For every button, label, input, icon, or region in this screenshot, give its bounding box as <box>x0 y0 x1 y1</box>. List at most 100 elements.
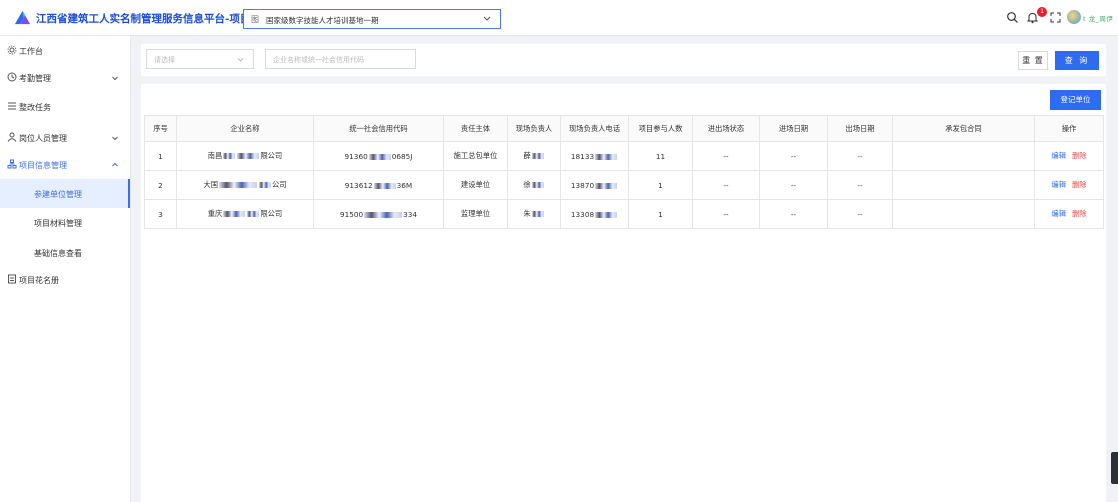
person-cell: 朱 <box>507 199 561 229</box>
clock-icon <box>7 72 17 82</box>
sidebar-item-participating-units[interactable]: 参建单位管理 <box>0 179 130 208</box>
redaction-mask <box>373 182 396 189</box>
entry-date-cell: -- <box>759 170 828 200</box>
column-header: 企业名称 <box>176 115 314 142</box>
participant-count-cell: 1 <box>628 199 693 229</box>
sidebar: 工作台 考勤管理 整改任务 岗位人员管理 项目信息管理 参建单位管理 项目材料管… <box>0 36 131 502</box>
sidebar-item-rectification[interactable]: 整改任务 <box>0 92 130 121</box>
chevron-down-icon <box>237 58 244 62</box>
reset-button[interactable]: 重 置 <box>1018 51 1048 70</box>
sidebar-item-project-materials[interactable]: 项目材料管理 <box>0 208 130 237</box>
redaction-mask <box>237 153 260 159</box>
person-cell: 徐 <box>507 170 561 200</box>
status-cell: -- <box>692 199 760 229</box>
units-table: 序号 企业名称 统一社会信用代码 责任主体 现场负责人 现场负责人电话 项目参与… <box>144 115 1104 229</box>
status-cell: -- <box>692 141 760 171</box>
participant-count-cell: 1 <box>628 170 693 200</box>
entry-date-cell: -- <box>759 199 828 229</box>
sidebar-item-roster[interactable]: 项目花名册 <box>0 265 130 294</box>
phone-cell: 13308 <box>560 199 629 229</box>
column-header: 出场日期 <box>827 115 893 142</box>
redaction-mask <box>595 182 618 189</box>
credit-code-cell: 91360 0685J <box>313 141 444 171</box>
chevron-down-icon <box>483 16 491 21</box>
delete-link[interactable]: 删除 <box>1072 180 1087 189</box>
unit-type-select[interactable]: 请选择 <box>146 49 254 69</box>
exit-date-cell: -- <box>827 141 893 171</box>
column-header: 操作 <box>1034 115 1104 142</box>
phone-cell: 18133 <box>560 141 629 171</box>
responsibility-cell: 建设单位 <box>443 170 508 200</box>
column-header: 现场负责人电话 <box>560 115 629 142</box>
chevron-up-icon <box>112 162 118 167</box>
sidebar-item-attendance[interactable]: 考勤管理 <box>0 63 130 92</box>
actions-cell: 编辑 删除 <box>1034 170 1104 200</box>
sidebar-item-label: 项目材料管理 <box>34 219 82 228</box>
column-header: 进场日期 <box>759 115 828 142</box>
notification-badge: 1 <box>1037 7 1047 17</box>
redaction-mask <box>364 211 403 218</box>
sidebar-item-label: 岗位人员管理 <box>19 134 67 143</box>
column-header: 承发包合同 <box>892 115 1035 142</box>
search-input[interactable]: 企业名称或统一社会信用代码 <box>265 49 416 69</box>
project-name: 国家级数字技能人才培训基地一期 <box>266 16 379 25</box>
redaction-mask <box>259 182 271 188</box>
redaction-mask <box>368 153 391 160</box>
search-placeholder: 企业名称或统一社会信用代码 <box>273 56 364 64</box>
roster-icon <box>8 274 16 284</box>
redaction-mask <box>219 182 257 188</box>
edit-link[interactable]: 编辑 <box>1051 151 1066 160</box>
table-row: 1 南昌 限公司 91360 0685J 施工总包单位 薛 18133 11 -- … <box>144 141 1104 171</box>
gear-icon <box>7 45 17 55</box>
chevron-down-icon <box>112 76 118 81</box>
side-widget-tab[interactable] <box>1111 452 1118 484</box>
credit-code-cell: 913612 36M <box>313 170 444 200</box>
person-cell: 薛 <box>507 141 561 171</box>
sidebar-item-label: 整改任务 <box>19 103 51 112</box>
project-icon: 图 <box>251 15 259 24</box>
sidebar-item-personnel[interactable]: 岗位人员管理 <box>0 123 130 152</box>
table-header-row: 序号 企业名称 统一社会信用代码 责任主体 现场负责人 现场负责人电话 项目参与… <box>144 115 1104 142</box>
edit-link[interactable]: 编辑 <box>1051 180 1066 189</box>
username[interactable]: t 龙_周伊 <box>1083 13 1113 23</box>
company-name-cell: 重庆 限公司 <box>176 199 314 229</box>
company-name-cell: 大国 公司 <box>176 170 314 200</box>
sidebar-item-label: 项目信息管理 <box>19 161 67 170</box>
fullscreen-icon[interactable] <box>1049 11 1062 24</box>
project-select[interactable]: 图 国家级数字技能人才培训基地一期 <box>243 9 501 29</box>
exit-date-cell: -- <box>827 170 893 200</box>
sidebar-item-basic-info[interactable]: 基础信息查看 <box>0 238 130 267</box>
edit-link[interactable]: 编辑 <box>1051 209 1066 218</box>
contract-cell <box>892 170 1035 200</box>
search-icon[interactable] <box>1006 11 1019 24</box>
company-name-cell: 南昌 限公司 <box>176 141 314 171</box>
app-title: 江西省建筑工人实名制管理服务信息平台-项目端 <box>36 13 261 25</box>
redaction-mask <box>531 182 544 188</box>
phone-cell: 13870 <box>560 170 629 200</box>
register-unit-button[interactable]: 登记单位 <box>1050 90 1101 110</box>
row-index: 1 <box>144 141 177 171</box>
row-index: 2 <box>144 170 177 200</box>
exit-date-cell: -- <box>827 199 893 229</box>
filter-bar: 请选择 企业名称或统一社会信用代码 重 置 查 询 <box>141 44 1106 76</box>
query-button[interactable]: 查 询 <box>1055 51 1099 70</box>
sidebar-item-label: 项目花名册 <box>19 276 59 285</box>
contract-cell <box>892 141 1035 171</box>
sidebar-item-dashboard[interactable]: 工作台 <box>0 36 130 65</box>
table-row: 2 大国 公司 913612 36M 建设单位 徐 13870 1 -- -- --… <box>144 170 1104 200</box>
top-header: 江西省建筑工人实名制管理服务信息平台-项目端 图 国家级数字技能人才培训基地一期… <box>0 0 1118 36</box>
avatar[interactable] <box>1067 10 1081 24</box>
actions-cell: 编辑 删除 <box>1034 141 1104 171</box>
sidebar-item-project-info[interactable]: 项目信息管理 <box>0 150 130 179</box>
responsibility-cell: 监理单位 <box>443 199 508 229</box>
delete-link[interactable]: 删除 <box>1072 209 1087 218</box>
redaction-mask <box>595 211 618 218</box>
sidebar-item-label: 考勤管理 <box>19 74 51 83</box>
sidebar-item-label: 基础信息查看 <box>34 249 82 258</box>
participant-count-cell: 11 <box>628 141 693 171</box>
contract-cell <box>892 199 1035 229</box>
sidebar-item-label: 参建单位管理 <box>34 190 82 199</box>
delete-link[interactable]: 删除 <box>1072 151 1087 160</box>
status-cell: -- <box>692 170 760 200</box>
sidebar-item-label: 工作台 <box>19 47 43 56</box>
